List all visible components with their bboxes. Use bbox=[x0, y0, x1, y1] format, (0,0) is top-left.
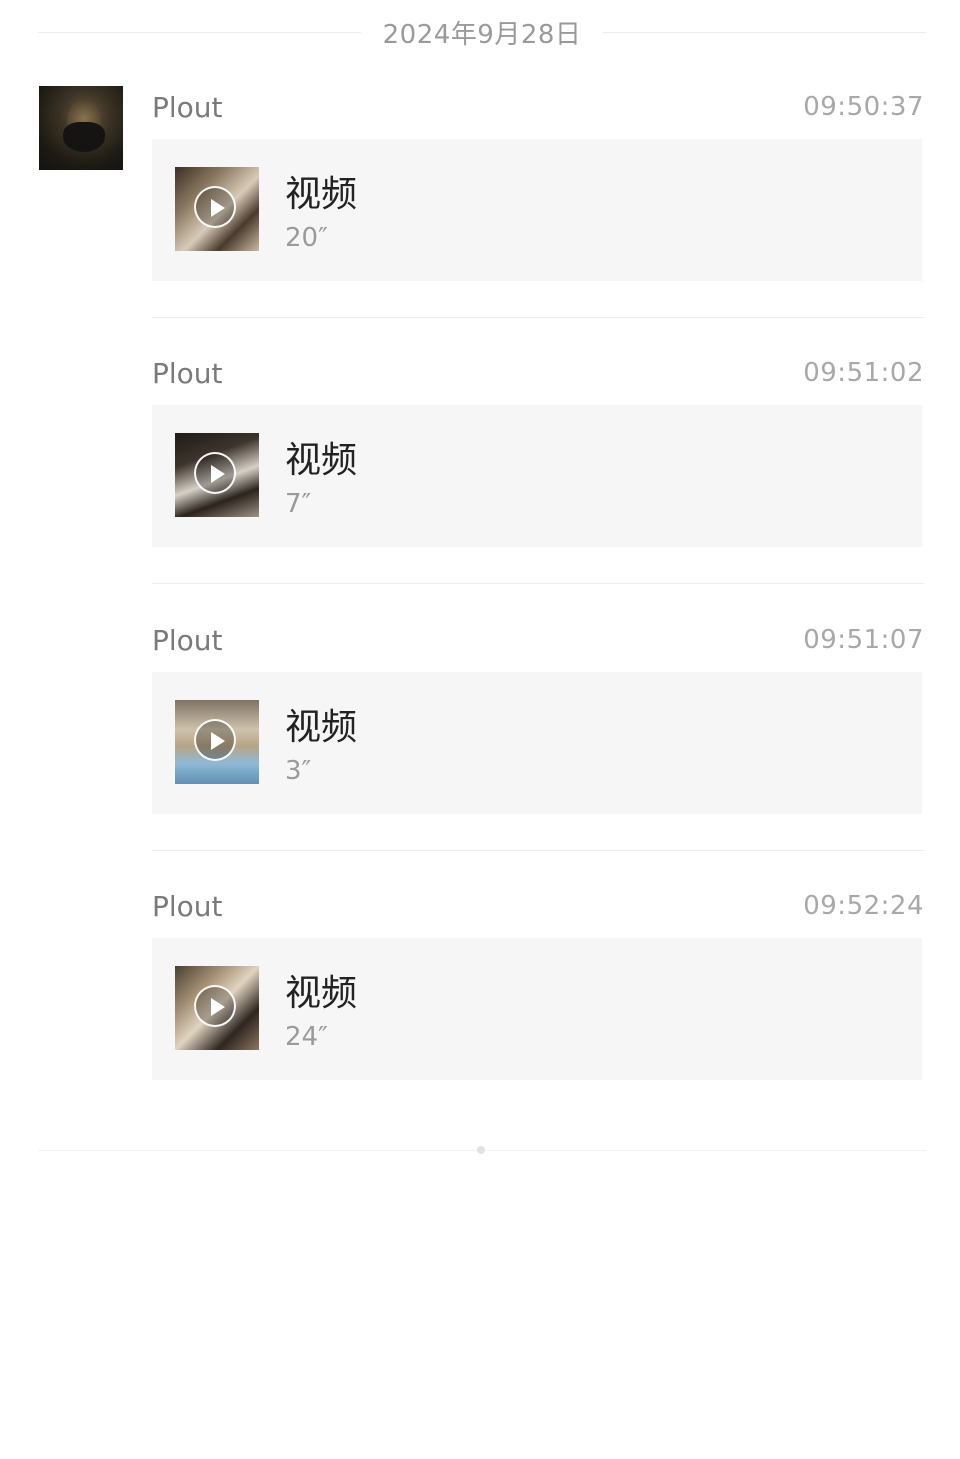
video-message-card[interactable]: 视频 3″ bbox=[152, 672, 922, 814]
sender-name[interactable]: Plout bbox=[152, 890, 223, 923]
sender-name[interactable]: Plout bbox=[152, 91, 223, 124]
video-duration: 24″ bbox=[285, 1022, 328, 1052]
play-icon bbox=[194, 452, 236, 494]
end-dot-icon bbox=[477, 1146, 485, 1154]
message-time: 09:51:07 bbox=[803, 625, 924, 655]
play-icon bbox=[194, 186, 236, 228]
video-title: 视频 bbox=[285, 973, 358, 1014]
play-icon bbox=[194, 985, 236, 1027]
message-header: Plout 09:52:24 bbox=[152, 886, 924, 926]
message-item: Plout 09:51:07 视频 3″ bbox=[152, 620, 924, 814]
divider-line-right bbox=[603, 31, 927, 33]
video-title: 视频 bbox=[285, 707, 358, 748]
video-duration: 3″ bbox=[285, 756, 312, 786]
video-thumbnail[interactable] bbox=[175, 167, 259, 251]
message-separator bbox=[152, 317, 924, 318]
video-thumbnail[interactable] bbox=[175, 966, 259, 1050]
message-time: 09:51:02 bbox=[803, 358, 924, 388]
video-message-card[interactable]: 视频 20″ bbox=[152, 139, 922, 281]
message-separator bbox=[152, 850, 924, 851]
message-item: Plout 09:51:02 视频 7″ bbox=[152, 353, 924, 547]
avatar[interactable] bbox=[39, 86, 123, 170]
message-time: 09:52:24 bbox=[803, 891, 924, 921]
date-label: 2024年9月28日 bbox=[382, 19, 582, 50]
message-time: 09:50:37 bbox=[803, 92, 924, 122]
video-message-card[interactable]: 视频 7″ bbox=[152, 405, 922, 547]
video-message-card[interactable]: 视频 24″ bbox=[152, 938, 922, 1080]
video-thumbnail[interactable] bbox=[175, 433, 259, 517]
avatar-mask bbox=[63, 122, 105, 152]
video-duration: 20″ bbox=[285, 223, 328, 253]
sender-name[interactable]: Plout bbox=[152, 624, 223, 657]
message-header: Plout 09:51:02 bbox=[152, 353, 924, 393]
message-item: Plout 09:52:24 视频 24″ bbox=[152, 886, 924, 1080]
play-icon bbox=[194, 719, 236, 761]
video-title: 视频 bbox=[285, 174, 358, 215]
sender-name[interactable]: Plout bbox=[152, 357, 223, 390]
message-header: Plout 09:51:07 bbox=[152, 620, 924, 660]
video-duration: 7″ bbox=[285, 489, 312, 519]
video-title: 视频 bbox=[285, 440, 358, 481]
message-item: Plout 09:50:37 视频 20″ bbox=[152, 87, 924, 281]
message-header: Plout 09:50:37 bbox=[152, 87, 924, 127]
message-separator bbox=[152, 583, 924, 584]
video-thumbnail[interactable] bbox=[175, 700, 259, 784]
divider-line-left bbox=[38, 31, 361, 33]
date-divider: 2024年9月28日 bbox=[38, 12, 927, 52]
